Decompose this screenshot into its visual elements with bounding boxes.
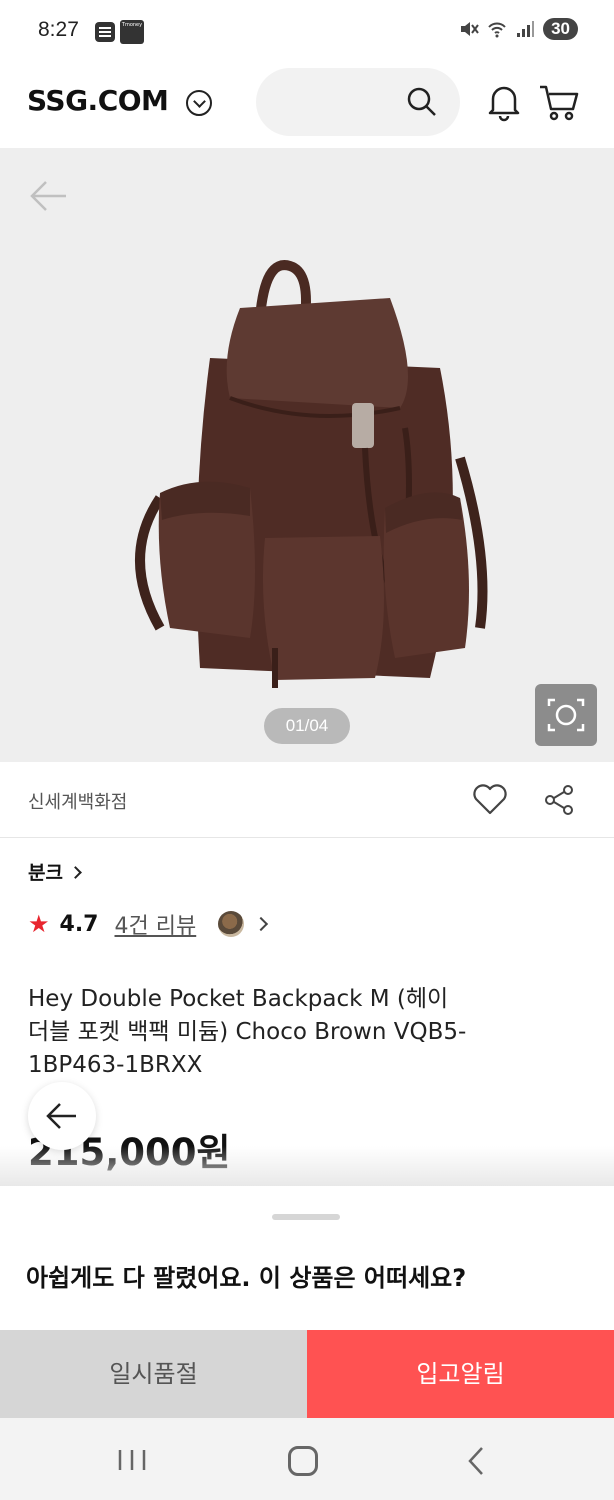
chevron-right-icon[interactable] [254, 916, 269, 932]
product-title: Hey Double Pocket Backpack M (헤이 더블 포켓 백… [28, 986, 467, 1078]
mute-icon [461, 22, 479, 36]
signal-icon [517, 21, 535, 37]
recent-apps-icon[interactable] [116, 1448, 148, 1472]
restock-notify-button[interactable]: 입고알림 [307, 1330, 614, 1418]
cart-icon[interactable] [538, 82, 580, 122]
site-logo[interactable]: SSG.COM [27, 84, 169, 117]
battery-indicator: 30 [543, 18, 578, 40]
back-arrow-icon [46, 1103, 76, 1129]
sheet-title: 아쉽게도 다 팔렸어요. 이 상품은 어떠세요? [26, 1264, 467, 1292]
bell-icon[interactable] [487, 82, 521, 122]
wifi-icon [488, 22, 506, 38]
product-gallery[interactable]: 01/04 [0, 148, 614, 762]
scroll-fade [0, 1146, 614, 1186]
review-count-link[interactable]: 4건 리뷰 [115, 908, 197, 940]
product-image [135, 260, 488, 688]
visual-search-button[interactable] [535, 684, 597, 746]
status-bar: 8:27 Tmoney 30 [0, 0, 614, 62]
tmoney-app-icon: Tmoney [120, 20, 144, 44]
seller-name[interactable]: 신세계백화점 [28, 788, 127, 814]
image-counter: 01/04 [264, 708, 350, 744]
rating-value: 4.7 [59, 911, 99, 937]
system-navbar [0, 1418, 614, 1500]
star-icon: ★ [28, 910, 50, 938]
heart-icon[interactable] [472, 782, 508, 816]
nav-back-icon[interactable] [466, 1446, 486, 1476]
home-icon[interactable] [288, 1446, 318, 1476]
reviewer-avatar[interactable] [218, 911, 245, 937]
status-indicators: 30 [459, 18, 578, 40]
chevron-right-icon [69, 866, 82, 879]
camera-lens-icon [547, 698, 585, 732]
sheet-drag-handle[interactable] [272, 1214, 340, 1220]
soldout-bottom-sheet: 아쉽게도 다 팔렸어요. 이 상품은 어떠세요? [0, 1186, 614, 1330]
chevron-down-icon[interactable] [186, 90, 212, 116]
search-bar[interactable] [256, 68, 460, 136]
back-arrow-icon[interactable] [28, 178, 68, 214]
brand-name: 분크 [28, 862, 63, 884]
search-icon[interactable] [406, 86, 438, 118]
soldout-button[interactable]: 일시품절 [0, 1330, 307, 1418]
news-app-icon [95, 22, 115, 42]
share-icon[interactable] [543, 784, 575, 816]
status-time: 8:27 [38, 18, 79, 41]
rating-row: ★ 4.7 4건 리뷰 [28, 908, 269, 940]
seller-row: 신세계백화점 [0, 762, 614, 838]
brand-link[interactable]: 분크 [28, 858, 82, 885]
action-buttons: 일시품절 입고알림 [0, 1330, 614, 1418]
app-header: SSG.COM [0, 62, 614, 148]
floating-back-button[interactable] [28, 1082, 96, 1150]
